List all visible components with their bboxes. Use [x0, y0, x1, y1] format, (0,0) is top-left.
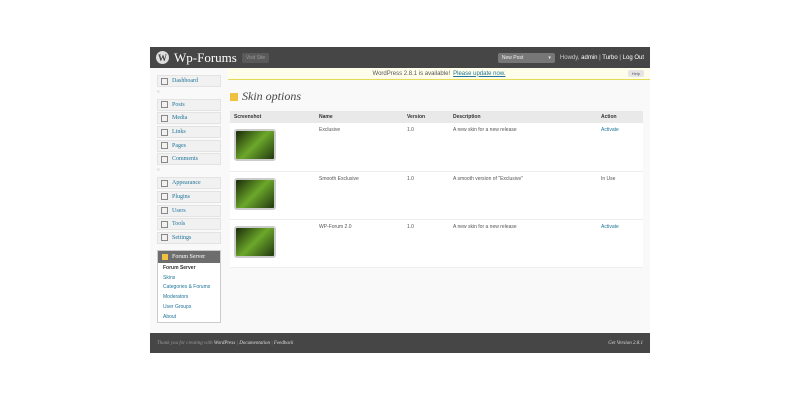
skin-description: A new skin for a new release — [449, 123, 597, 172]
menu-label: Posts — [172, 101, 185, 108]
menu-plugins[interactable]: Plugins — [157, 190, 221, 203]
activate-link[interactable]: Activate — [601, 127, 619, 133]
menu-label: Pages — [172, 142, 186, 149]
wordpress-link[interactable]: WordPress — [214, 341, 235, 346]
menu-label: Dashboard — [172, 78, 198, 84]
skin-screenshot — [234, 177, 276, 210]
menu-label: Users — [172, 207, 186, 214]
submenu-about[interactable]: About — [158, 312, 220, 322]
new-post-dropdown[interactable]: New Post ▾ — [497, 52, 555, 63]
in-use-status: In Use — [597, 171, 643, 220]
menu-media[interactable]: Media — [157, 112, 221, 125]
col-description: Description — [449, 111, 597, 123]
table-row: Exclusive 1.0 A new skin for a new release… — [230, 123, 643, 172]
col-version: Version — [403, 111, 449, 123]
submenu-categories-forums[interactable]: Categories & Forums — [158, 282, 220, 292]
comments-icon — [161, 155, 168, 163]
forum-icon — [162, 253, 168, 260]
menu-tools[interactable]: Tools — [157, 218, 221, 231]
chevron-down-icon: ▾ — [548, 54, 551, 61]
menu-label: Tools — [172, 221, 186, 228]
admin-header: W Wp-Forums Visit Site New Post ▾ Howdy, … — [150, 47, 650, 68]
skin-version: 1.0 — [403, 219, 449, 268]
pages-icon — [161, 142, 168, 150]
howdy-text: Howdy, — [559, 54, 580, 61]
menu-posts[interactable]: Posts — [157, 98, 221, 111]
skin-icon — [230, 92, 238, 101]
menu-links[interactable]: Links — [157, 126, 221, 139]
forum-server-menu: Forum Server Forum Server Skins Categori… — [157, 249, 221, 323]
menu-separator: « — [157, 167, 160, 174]
update-text: WordPress 2.8.1 is available! — [372, 70, 451, 77]
activate-link[interactable]: Activate — [601, 224, 619, 230]
skin-name: Exclusive — [315, 123, 403, 172]
update-link[interactable]: Please update now. — [453, 71, 505, 77]
table-row: WP-Forum 2.0 1.0 A new skin for a new rele… — [230, 219, 643, 268]
menu-comments[interactable]: Comments — [157, 153, 221, 166]
posts-icon — [161, 101, 168, 109]
wordpress-logo-icon: W — [156, 51, 169, 64]
visit-site-button[interactable]: Visit Site — [241, 52, 270, 63]
col-action: Action — [597, 111, 643, 123]
feedback-link[interactable]: Feedback — [274, 341, 293, 346]
menu-label: Links — [172, 129, 186, 136]
submenu-forum-server[interactable]: Forum Server — [158, 263, 220, 273]
links-icon — [161, 128, 168, 136]
dashboard-icon — [161, 77, 168, 85]
turbo-link[interactable]: Turbo — [602, 55, 617, 61]
settings-icon — [161, 234, 168, 242]
help-button[interactable]: Help — [627, 70, 644, 77]
submenu-skins[interactable]: Skins — [158, 273, 220, 283]
update-nag: WordPress 2.8.1 is available! Please upda… — [228, 68, 650, 80]
skin-description: A new skin for a new release — [449, 219, 597, 268]
skin-version: 1.0 — [403, 171, 449, 220]
submenu-moderators[interactable]: Moderators — [158, 292, 220, 302]
menu-appearance[interactable]: Appearance — [157, 177, 221, 190]
menu-label: Settings — [172, 234, 192, 241]
user-links: Howdy, admin | Turbo | Log Out — [559, 54, 644, 61]
col-name: Name — [315, 111, 403, 123]
forum-server-header[interactable]: Forum Server — [158, 250, 220, 263]
menu-users[interactable]: Users — [157, 204, 221, 217]
main-content: Skin options Screenshot Name Version Des… — [230, 89, 643, 268]
tools-icon — [161, 220, 168, 228]
menu-label: Appearance — [172, 180, 201, 187]
page-title: Skin options — [230, 89, 643, 104]
logout-link[interactable]: Log Out — [623, 55, 644, 61]
users-icon — [161, 207, 168, 214]
skins-table: Screenshot Name Version Description Acti… — [230, 111, 643, 268]
site-title[interactable]: Wp-Forums — [174, 50, 237, 66]
media-icon — [161, 114, 168, 122]
skin-version: 1.0 — [403, 123, 449, 172]
plugins-icon — [161, 193, 168, 201]
menu-separator: « — [157, 88, 160, 95]
col-screenshot: Screenshot — [230, 111, 315, 123]
admin-footer: Thank you for creating with WordPress | … — [150, 333, 650, 353]
forum-server-title: Forum Server — [172, 253, 206, 260]
page-title-text: Skin options — [242, 89, 301, 103]
menu-dashboard[interactable]: Dashboard — [157, 75, 221, 87]
submenu-user-groups[interactable]: User Groups — [158, 302, 220, 312]
skin-screenshot — [234, 225, 276, 258]
documentation-link[interactable]: Documentation — [239, 341, 270, 346]
get-version-link[interactable]: Get Version 2.8.1 — [608, 341, 643, 346]
appearance-icon — [161, 179, 168, 187]
menu-label: Plugins — [172, 193, 191, 200]
table-row: Smooth Exclusive 1.0 A smooth version of "… — [230, 171, 643, 220]
new-post-label: New Post — [501, 54, 524, 61]
menu-pages[interactable]: Pages — [157, 139, 221, 152]
menu-label: Media — [172, 115, 188, 122]
admin-menu: Dashboard « Posts Media Links Pages Comm… — [157, 75, 221, 323]
skin-name: WP-Forum 2.0 — [315, 219, 403, 268]
skin-name: Smooth Exclusive — [315, 171, 403, 220]
skin-description: A smooth version of "Exclusive" — [449, 171, 597, 220]
wp-admin-window: W Wp-Forums Visit Site New Post ▾ Howdy, … — [150, 47, 650, 353]
skin-screenshot — [234, 129, 276, 161]
menu-label: Comments — [172, 156, 199, 163]
footer-thanks: Thank you for creating with — [157, 340, 213, 346]
menu-settings[interactable]: Settings — [157, 231, 221, 244]
user-link[interactable]: admin — [581, 55, 597, 61]
